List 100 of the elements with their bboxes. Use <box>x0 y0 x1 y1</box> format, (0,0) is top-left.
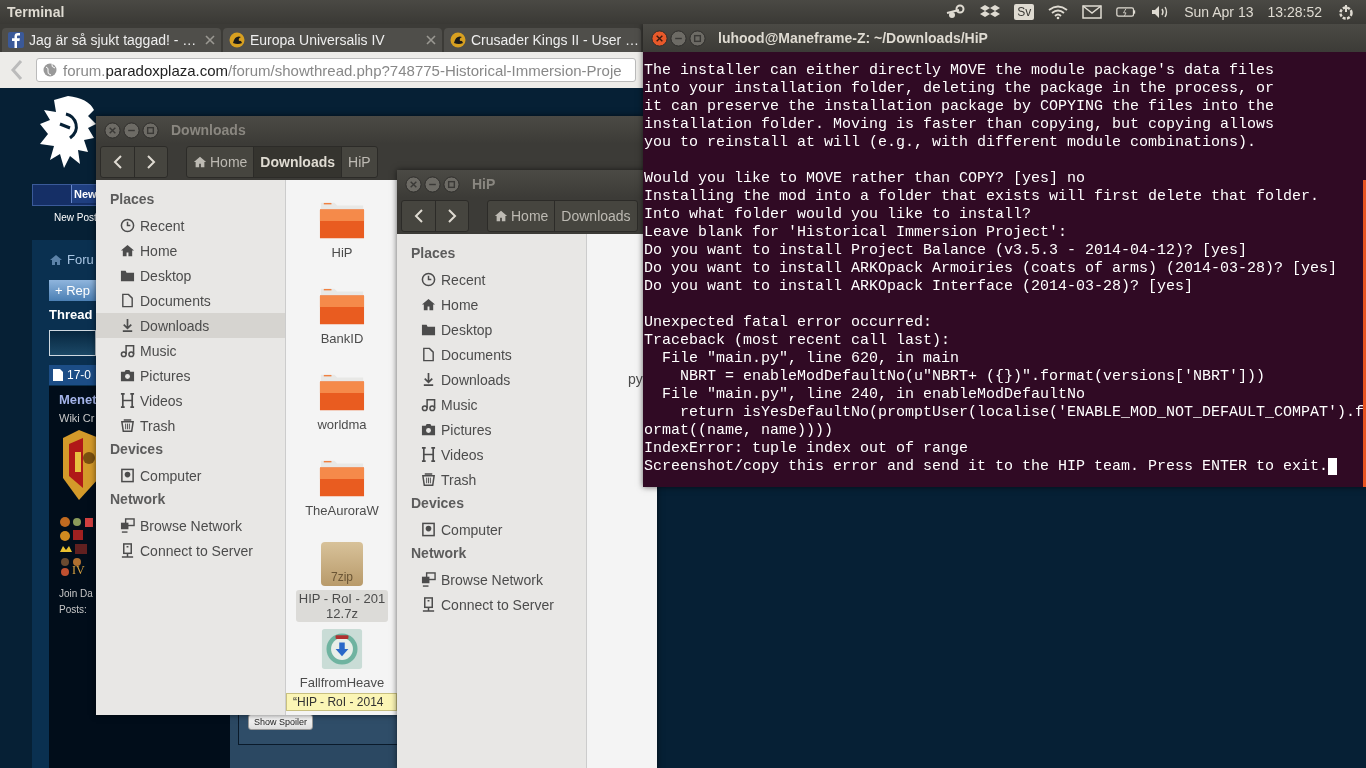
breadcrumb-button[interactable]: HiP <box>341 147 377 177</box>
facebook-icon <box>8 32 24 48</box>
sidebar-item[interactable]: Connect to Server <box>96 538 285 563</box>
minimize-button[interactable] <box>670 29 687 47</box>
sidebar-item[interactable]: Downloads <box>96 313 285 338</box>
file-name[interactable]: py <box>628 371 643 387</box>
maximize-button[interactable] <box>689 29 706 47</box>
sidebar-label: Videos <box>140 392 183 409</box>
file-name[interactable]: BankID <box>317 330 367 347</box>
sidebar-item[interactable]: Downloads <box>397 367 586 392</box>
scrollbar[interactable] <box>1363 180 1366 487</box>
sidebar-item[interactable]: Recent <box>96 213 285 238</box>
sidebar-item[interactable]: Music <box>397 392 586 417</box>
sidebar-item[interactable]: Pictures <box>96 363 285 388</box>
file-name[interactable]: FallfromHeave <box>296 674 388 691</box>
date-text[interactable]: Sun Apr 13 <box>1184 4 1254 20</box>
author-name[interactable]: Menet <box>59 392 97 407</box>
maximize-button[interactable] <box>443 175 460 193</box>
window-title: Downloads <box>171 122 246 138</box>
sidebar-label: Connect to Server <box>140 542 253 559</box>
download-icon <box>421 372 436 387</box>
terminal-line: return isYesDefaultNo(promptUser(localise('ENABLE_MOD_NOT_DEFAULT_COMPAT').f <box>679 404 1366 422</box>
drive-icon <box>120 468 135 483</box>
sidebar-item[interactable]: Home <box>397 292 586 317</box>
terminal-line: Do you want to install Project Balance (v3.5.3 - 2014-04-12)? [yes] <box>644 242 1249 260</box>
sidebar-item[interactable]: Documents <box>397 342 586 367</box>
breadcrumb-button[interactable]: Downloads <box>253 147 342 177</box>
home-icon <box>494 209 508 223</box>
file-name[interactable]: TheAuroraW <box>302 502 382 519</box>
terminal-line: into your installation folder, deleting the package in the process, or <box>644 80 1276 98</box>
breadcrumb-button[interactable]: Home <box>488 201 555 231</box>
terminal-line: it can preserve the installation package by COPYING the files into the <box>644 98 1276 116</box>
author-title: Wiki Cr <box>59 412 95 424</box>
breadcrumb-link[interactable]: Foru <box>67 252 94 267</box>
close-button[interactable] <box>104 121 121 139</box>
home-icon[interactable] <box>50 253 62 266</box>
close-icon[interactable] <box>205 35 215 45</box>
battery-icon[interactable] <box>1116 4 1137 20</box>
sidebar-item[interactable]: Desktop <box>397 317 586 342</box>
sidebar-item[interactable]: Connect to Server <box>397 592 586 617</box>
file-name[interactable]: worldma <box>314 416 370 433</box>
browser-tab[interactable]: Jag är så sjukt taggad! - … <box>2 28 221 52</box>
sidebar-item[interactable]: Computer <box>397 517 586 542</box>
terminal-line: File "main.py", line 620, in main <box>661 350 961 368</box>
minimize-button[interactable] <box>424 175 441 193</box>
sidebar-item[interactable]: Browse Network <box>397 567 586 592</box>
download-icon <box>120 318 135 333</box>
globe-icon <box>43 63 57 77</box>
sidebar-item[interactable]: Computer <box>96 463 285 488</box>
sidebar-label: Desktop <box>140 267 192 284</box>
sidebar-item[interactable]: Home <box>96 238 285 263</box>
trash-icon <box>120 418 135 433</box>
terminal-line: Would you like to MOVE rather than COPY? [yes] no <box>644 170 1087 188</box>
terminal-line: installation folder. Moving is faster than copying, but copying allows <box>644 116 1276 134</box>
drive-icon <box>421 522 436 537</box>
sidebar-label: Music <box>140 342 177 359</box>
keyboard-layout-indicator[interactable]: Sv <box>1014 4 1035 20</box>
terminal-line: Traceback (most recent call last): <box>644 332 952 350</box>
file-name[interactable]: HIP - RoI - 201 12.7z <box>295 590 389 622</box>
nav-link[interactable]: New Post <box>54 212 97 223</box>
sidebar-label: Home <box>140 242 178 259</box>
sidebar-item[interactable]: Desktop <box>96 263 285 288</box>
sidebar-item[interactable]: Documents <box>96 288 285 313</box>
clock-text[interactable]: 13:28:52 <box>1267 4 1322 20</box>
wifi-icon[interactable] <box>1048 4 1069 20</box>
close-button[interactable] <box>405 175 422 193</box>
steam-icon[interactable] <box>946 4 967 20</box>
browser-tab[interactable]: Europa Universalis IV <box>223 28 442 52</box>
sidebar-label: Computer <box>140 467 202 484</box>
address-field[interactable]: forum.paradoxplaza.com/forum/showthread.php?748775-Historical-Immersion-Proje <box>36 58 636 82</box>
sidebar-item[interactable]: Trash <box>96 413 285 438</box>
sidebar-item[interactable]: Videos <box>397 442 586 467</box>
nav-tab[interactable]: New <box>71 185 99 203</box>
file-name[interactable]: HiP <box>328 244 356 261</box>
search-field[interactable] <box>49 330 96 356</box>
badge-label: IV <box>72 563 85 578</box>
archive-icon: 7zip <box>321 542 363 586</box>
dropbox-icon[interactable] <box>980 4 1001 20</box>
sidebar-item[interactable]: Music <box>96 338 285 363</box>
left-chevron-icon <box>111 155 124 169</box>
power-gear-icon[interactable] <box>1336 4 1356 20</box>
close-icon[interactable] <box>426 35 436 45</box>
browser-tab[interactable]: Crusader Kings II - User … <box>444 28 641 52</box>
maximize-button[interactable] <box>142 121 159 139</box>
breadcrumb-button[interactable]: Home <box>187 147 254 177</box>
sidebar-item[interactable]: Recent <box>397 267 586 292</box>
sidebar-item[interactable]: Trash <box>397 467 586 492</box>
trash-icon <box>421 472 436 487</box>
post-date: 17-0 <box>67 368 92 382</box>
sidebar-item[interactable]: Videos <box>96 388 285 413</box>
sidebar-item[interactable]: Pictures <box>397 417 586 442</box>
document-icon <box>53 369 63 381</box>
terminal-line: NBRT = enableModDefaultNo(u"NBRT+ ({})".format(versions['NBRT'])) <box>679 368 1267 386</box>
mail-icon[interactable] <box>1082 4 1103 20</box>
close-button[interactable] <box>651 29 668 47</box>
tab-title: Jag är så sjukt taggad! - … <box>29 32 198 48</box>
terminal-line: ormat((name, name)))) <box>644 422 835 440</box>
sidebar-item[interactable]: Browse Network <box>96 513 285 538</box>
minimize-button[interactable] <box>123 121 140 139</box>
breadcrumb-button[interactable]: Downloads <box>554 201 637 231</box>
